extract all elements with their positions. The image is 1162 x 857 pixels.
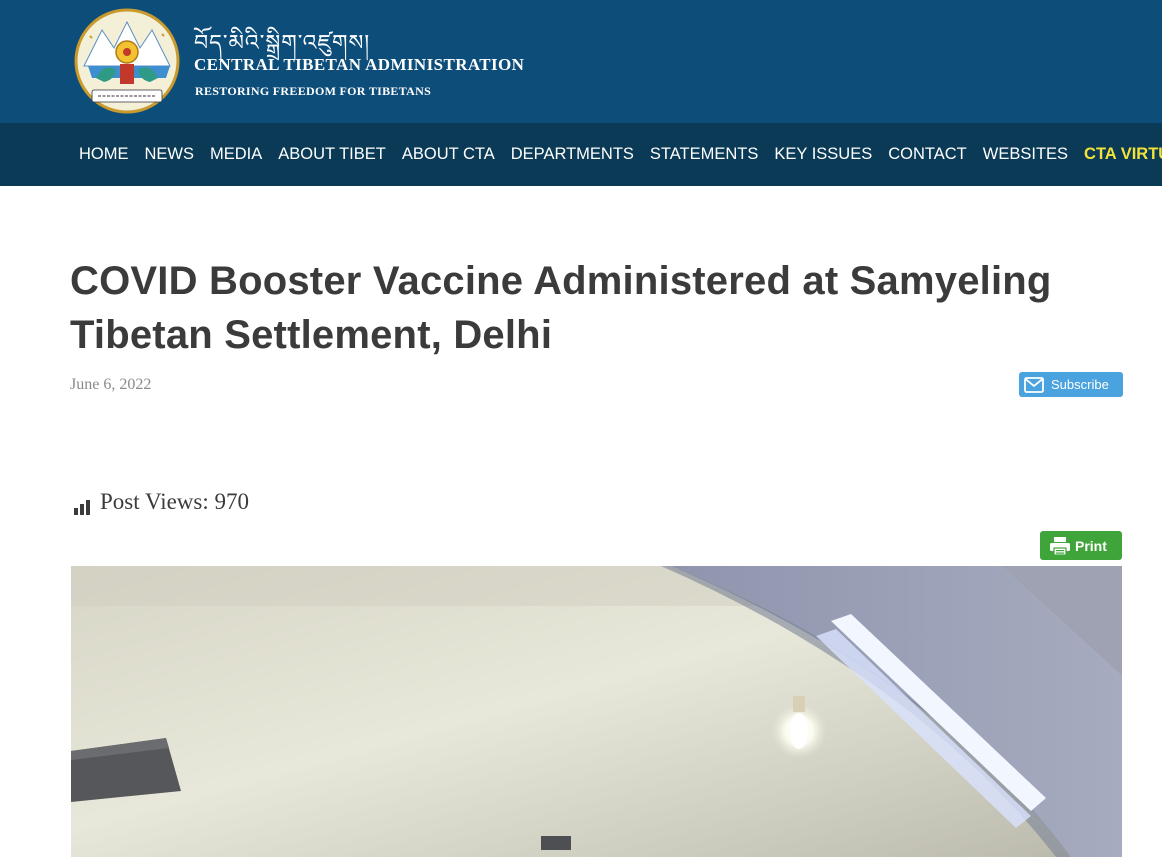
nav-item-media[interactable]: MEDIA	[202, 145, 270, 164]
nav-item-websites[interactable]: WEBSITES	[975, 145, 1076, 164]
featured-image[interactable]	[71, 566, 1122, 857]
nav-item-statements[interactable]: STATEMENTS	[642, 145, 766, 164]
print-button[interactable]: Print	[1040, 531, 1122, 560]
nav-item-cta-virtual[interactable]: CTA VIRTU	[1076, 145, 1162, 164]
nav-item-contact[interactable]: CONTACT	[880, 145, 975, 164]
main-nav: HOME NEWS MEDIA ABOUT TIBET ABOUT CTA DE…	[0, 123, 1162, 186]
print-label: Print	[1075, 537, 1107, 554]
nav-item-news[interactable]: NEWS	[137, 145, 203, 164]
subscribe-label: Subscribe	[1051, 377, 1109, 392]
nav-item-key-issues[interactable]: KEY ISSUES	[766, 145, 880, 164]
brand-tagline: RESTORING FREEDOM FOR TIBETANS	[195, 84, 432, 98]
nav-item-departments[interactable]: DEPARTMENTS	[503, 145, 642, 164]
printer-icon	[1050, 536, 1070, 556]
nav-item-home[interactable]: HOME	[71, 145, 137, 164]
brand-name[interactable]: CENTRAL TIBETAN ADMINISTRATION	[194, 55, 524, 75]
bar-chart-icon	[74, 495, 91, 515]
mail-icon	[1024, 376, 1044, 393]
nav-item-about-cta[interactable]: ABOUT CTA	[394, 145, 503, 164]
post-views-label: Post Views: 970	[100, 489, 249, 514]
post-title: COVID Booster Vaccine Administered at Sa…	[70, 259, 1052, 357]
nav-list: HOME NEWS MEDIA ABOUT TIBET ABOUT CTA DE…	[71, 123, 1162, 186]
subscribe-button[interactable]: Subscribe	[1019, 372, 1123, 397]
post-views: Post Views: 970	[74, 489, 249, 515]
site-header: བོད་མིའི་སྒྲིག་འཛུགས། CENTRAL TIBETAN AD…	[0, 0, 1162, 123]
nav-item-about-tibet[interactable]: ABOUT TIBET	[270, 145, 394, 164]
post-date: June 6, 2022	[70, 376, 152, 393]
cta-emblem-logo[interactable]	[74, 8, 180, 114]
